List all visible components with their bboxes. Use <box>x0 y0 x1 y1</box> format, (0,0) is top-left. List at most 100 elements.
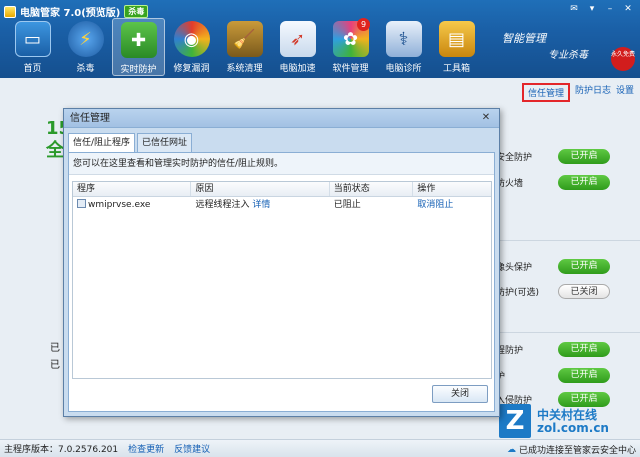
broom-icon: 🧹 <box>226 21 263 57</box>
lightning-icon: ⚡ <box>67 21 104 57</box>
protection-row: 防火墙 已开启 <box>496 174 636 190</box>
repair-icon: ◉ <box>173 21 210 57</box>
protection-toggle[interactable]: 已开启 <box>558 174 610 190</box>
tab-panel: 您可以在这里查看和管理实时防护的信任/阻止规则。 程序 原因 当前状态 操作 w… <box>68 152 495 412</box>
monitor-icon: ▭ <box>14 21 51 57</box>
menu-dropdown-icon[interactable]: ▾ <box>584 3 600 15</box>
close-dialog-button[interactable]: 关闭 <box>432 385 488 403</box>
protection-label: 防护(可选) <box>496 287 540 298</box>
protection-log-link[interactable]: 防护日志 <box>575 83 611 102</box>
program-cell: wmiprvse.exe <box>73 197 191 214</box>
rocket-icon: ➶ <box>279 21 316 57</box>
message-icon[interactable]: ✉ <box>566 3 582 15</box>
header-links: 信任管理 防护日志 设置 <box>521 83 634 102</box>
stethoscope-icon: ⚕ <box>385 21 422 57</box>
protection-row: 护 已开启 <box>496 367 636 383</box>
tool-label: 系统清理 <box>226 64 263 74</box>
protection-toggle[interactable]: 已开启 <box>558 258 610 274</box>
check-update-link[interactable]: 检查更新 <box>128 442 164 455</box>
close-button[interactable]: ✕ <box>620 3 636 15</box>
app-window: 电脑管家 7.0(预览版) 杀毒 ✉ ▾ – ✕ ▭ 首页 ⚡ 杀毒 ✚ 实时防… <box>0 0 640 457</box>
protection-label: 护 <box>496 371 506 382</box>
detail-link[interactable]: 详情 <box>252 200 270 210</box>
status-bar: 主程序版本：7.0.2576.201 检查更新 反馈建议 ☁ 已成功连接至管家云… <box>0 439 640 457</box>
zol-watermark: Z 中关村在线 zol.com.cn <box>499 404 631 440</box>
left-status-text: 已 已 <box>50 340 60 374</box>
protection-row: 安全防护 已开启 <box>496 148 636 164</box>
protection-row: 像头保护 已开启 <box>496 258 636 274</box>
main-toolbar: ▭ 首页 ⚡ 杀毒 ✚ 实时防护 ◉ 修复漏洞 🧹 系统清理 ➶ 电脑加速 ✿ … <box>6 18 483 76</box>
settings-link[interactable]: 设置 <box>616 83 634 102</box>
unblock-link[interactable]: 取消阻止 <box>413 197 491 214</box>
shield-icon: ✚ <box>120 22 157 58</box>
tool-realtime-protection[interactable]: ✚ 实时防护 <box>112 18 165 76</box>
tool-label: 修复漏洞 <box>173 64 210 74</box>
feedback-link[interactable]: 反馈建议 <box>174 442 210 455</box>
cloud-status-text: 已成功连接至管家云安全中心 <box>518 446 636 456</box>
tool-home[interactable]: ▭ 首页 <box>6 18 59 76</box>
zol-en: zol.com.cn <box>537 421 609 435</box>
table-row[interactable]: wmiprvse.exe 远程线程注入 详情 已阻止 取消阻止 <box>73 197 491 214</box>
left-status-line: 已 <box>50 343 60 354</box>
left-status-line: 已 <box>50 360 60 371</box>
cloud-icon: ☁ <box>506 444 516 455</box>
tool-clinic[interactable]: ⚕ 电脑诊所 <box>377 18 430 76</box>
dialog-close-icon[interactable]: ✕ <box>477 111 495 125</box>
cloud-status: ☁ 已成功连接至管家云安全中心 <box>506 443 636 457</box>
tool-label: 实时防护 <box>120 65 157 75</box>
rules-table: 程序 原因 当前状态 操作 wmiprvse.exe 远程线程注入 详情 已阻止… <box>72 181 492 379</box>
protection-toggle[interactable]: 已开启 <box>558 148 610 164</box>
column-header-program[interactable]: 程序 <box>73 182 192 196</box>
tool-cleanup[interactable]: 🧹 系统清理 <box>218 18 271 76</box>
trust-management-link[interactable]: 信任管理 <box>521 83 570 102</box>
dialog-title: 信任管理 <box>70 113 110 124</box>
window-title: 电脑管家 7.0(预览版) 杀毒 <box>4 4 149 19</box>
tool-repair[interactable]: ◉ 修复漏洞 <box>165 18 218 76</box>
tool-label: 电脑诊所 <box>385 64 422 74</box>
slogan-1: 智能管理 <box>502 32 546 45</box>
trust-management-dialog: 信任管理 ✕ 信任/阻止程序 已信任网址 您可以在这里查看和管理实时防护的信任/… <box>63 108 500 417</box>
protection-toggle[interactable]: 已开启 <box>558 367 610 383</box>
window-controls: ✉ ▾ – ✕ <box>566 3 636 15</box>
protection-row: 防护(可选) 已关闭 <box>496 283 636 299</box>
free-stamp: 永久免费 <box>611 47 635 71</box>
tab-trusted-urls[interactable]: 已信任网址 <box>137 133 193 152</box>
reason-cell: 远程线程注入 详情 <box>191 197 329 214</box>
app-logo-icon <box>4 5 16 18</box>
tool-label: 软件管理 <box>332 64 369 74</box>
column-header-action[interactable]: 操作 <box>413 182 491 196</box>
protection-label: 像头保护 <box>496 262 533 273</box>
software-count-badge: 9 <box>357 18 370 31</box>
dialog-description: 您可以在这里查看和管理实时防护的信任/阻止规则。 <box>69 153 494 175</box>
tool-speedup[interactable]: ➶ 电脑加速 <box>271 18 324 76</box>
protection-label: 防火墙 <box>496 178 524 189</box>
tool-toolbox[interactable]: ▤ 工具箱 <box>430 18 483 76</box>
top-bar: 电脑管家 7.0(预览版) 杀毒 ✉ ▾ – ✕ ▭ 首页 ⚡ 杀毒 ✚ 实时防… <box>0 0 640 78</box>
table-header: 程序 原因 当前状态 操作 <box>73 182 491 197</box>
tab-trust-block-programs[interactable]: 信任/阻止程序 <box>68 133 136 152</box>
program-name: wmiprvse.exe <box>88 200 151 210</box>
slogan-2: 专业杀毒 <box>548 50 588 61</box>
protection-label: 安全防护 <box>496 152 533 163</box>
column-header-status[interactable]: 当前状态 <box>330 182 414 196</box>
tool-label: 工具箱 <box>442 64 470 74</box>
protection-toggle[interactable]: 已开启 <box>558 341 610 357</box>
antivirus-badge: 杀毒 <box>124 5 149 18</box>
dialog-title-bar: 信任管理 ✕ <box>64 109 499 128</box>
tool-label: 首页 <box>23 64 42 74</box>
tool-software[interactable]: ✿ 9 软件管理 <box>324 18 377 76</box>
status-cell: 已阻止 <box>333 200 361 210</box>
column-header-reason[interactable]: 原因 <box>191 182 330 196</box>
zol-logo: Z <box>499 404 531 438</box>
divider <box>496 332 640 333</box>
protection-toggle[interactable]: 已关闭 <box>558 283 610 299</box>
tool-antivirus[interactable]: ⚡ 杀毒 <box>59 18 112 76</box>
minimize-button[interactable]: – <box>602 3 618 15</box>
dialog-tabs: 信任/阻止程序 已信任网址 <box>68 133 194 152</box>
tool-label: 电脑加速 <box>279 64 316 74</box>
exe-file-icon <box>77 199 86 208</box>
toolbox-icon: ▤ <box>438 21 475 57</box>
version-text: 主程序版本：7.0.2576.201 <box>4 445 119 455</box>
tool-label: 杀毒 <box>76 64 95 74</box>
protection-row: 程防护 已开启 <box>496 341 636 357</box>
